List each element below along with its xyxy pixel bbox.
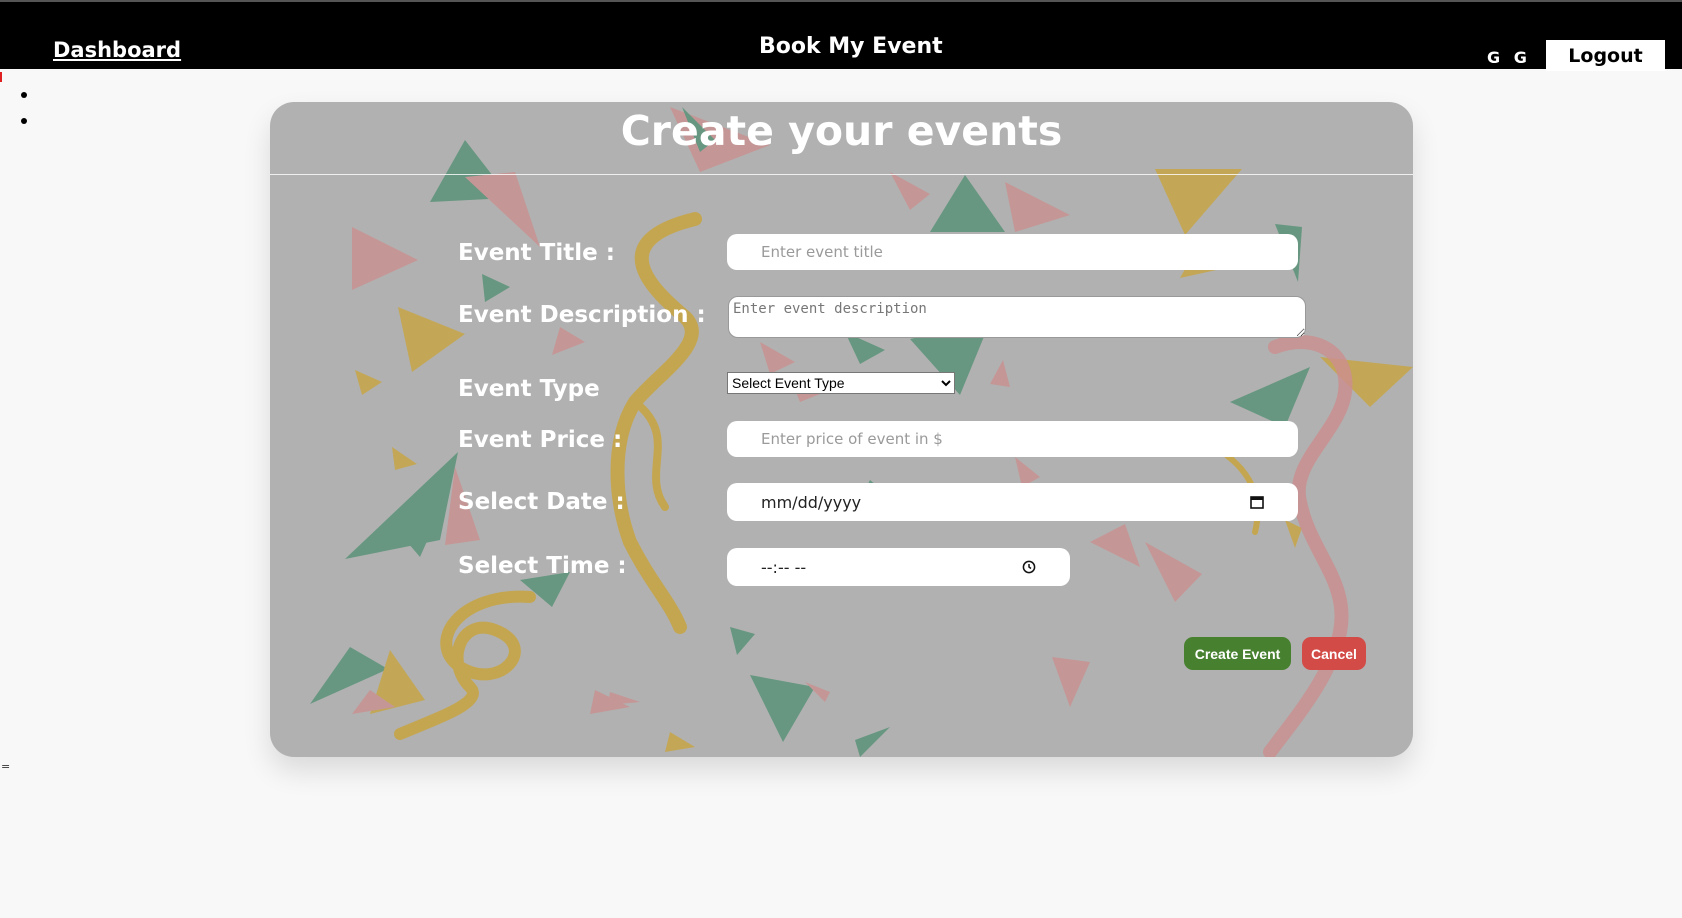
create-event-button[interactable]: Create Event xyxy=(1184,637,1291,670)
event-price-label: Event Price : xyxy=(458,427,623,453)
stray-equals-glyph: = xyxy=(1,760,11,773)
calendar-icon[interactable] xyxy=(1250,495,1264,509)
create-event-card: Create your events Event Title : Event D… xyxy=(270,102,1413,757)
event-date-input[interactable]: mm/dd/yyyy xyxy=(727,483,1298,521)
select-date-label: Select Date : xyxy=(458,489,625,515)
cancel-button[interactable]: Cancel xyxy=(1302,637,1366,670)
time-placeholder-text: --:-- -- xyxy=(761,557,807,577)
event-price-input[interactable] xyxy=(727,421,1298,457)
date-placeholder-text: mm/dd/yyyy xyxy=(761,492,862,512)
clock-icon[interactable] xyxy=(1022,560,1036,574)
logout-button[interactable]: Logout xyxy=(1546,40,1665,71)
card-title: Create your events xyxy=(620,107,1063,155)
event-description-label: Event Description : xyxy=(458,302,706,328)
top-navbar: Dashboard Book My Event G G Logout xyxy=(0,0,1682,71)
event-title-label: Event Title : xyxy=(458,240,615,266)
dashboard-link[interactable]: Dashboard xyxy=(53,38,181,62)
event-type-label: Event Type xyxy=(458,376,600,402)
event-title-input[interactable] xyxy=(727,234,1298,270)
select-time-label: Select Time : xyxy=(458,553,627,579)
card-divider xyxy=(270,174,1413,175)
event-description-textarea[interactable] xyxy=(728,296,1306,338)
red-marker xyxy=(0,72,2,82)
brand-title: Book My Event xyxy=(759,34,943,59)
user-initials: G G xyxy=(1487,48,1531,67)
event-time-input[interactable]: --:-- -- xyxy=(727,548,1070,586)
event-type-select[interactable]: Select Event Type xyxy=(727,372,955,394)
empty-bullet-list xyxy=(20,82,40,134)
